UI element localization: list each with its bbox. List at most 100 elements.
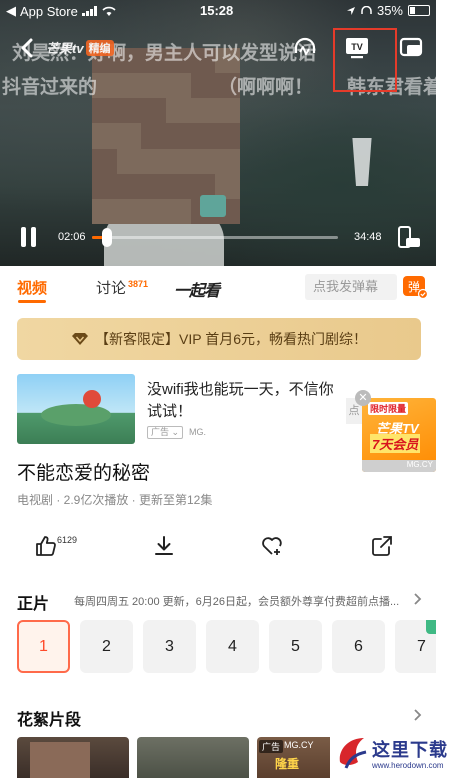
mosaic-block (92, 148, 117, 174)
mosaic-block (30, 754, 45, 766)
mosaic-block (141, 98, 166, 124)
mosaic-block (92, 98, 117, 124)
back-icon[interactable] (18, 37, 38, 59)
mosaic-block (75, 754, 90, 766)
ad-image[interactable] (17, 374, 135, 444)
download-icon[interactable] (152, 534, 176, 558)
diamond-icon (72, 333, 88, 345)
carrier-label: App Store (20, 3, 78, 19)
mosaic-block (75, 766, 90, 778)
back-to-app-icon[interactable]: ◀ (6, 3, 16, 19)
mosaic-block (190, 148, 216, 174)
danmu-comment: （啊啊啊！ (218, 77, 314, 98)
show-meta: 电视剧 · 2.9亿次播放 · 更新至第12集 (17, 493, 213, 507)
mosaic-block (92, 173, 117, 199)
tab-watch-together[interactable]: 一起看 (174, 277, 220, 301)
headphone-icon[interactable] (292, 35, 318, 61)
chevron-right-icon[interactable] (412, 708, 422, 722)
episode-button[interactable]: 6 (332, 620, 385, 673)
mosaic-block (45, 742, 60, 754)
tab-discuss[interactable]: 讨论 3871 (96, 277, 148, 298)
mosaic-block (190, 73, 216, 99)
mosaic-block (190, 98, 216, 124)
mosaic-block (165, 73, 191, 99)
mosaic-block (60, 766, 75, 778)
mosaic-block (75, 742, 90, 754)
mosaic-block (141, 148, 166, 174)
watermark-url: www.herodown.com (372, 761, 444, 770)
clip-ad-tag: 广告 (259, 740, 284, 753)
vip-promo-card[interactable]: 限时限量 芒果TV 7天会员 MG.CY (362, 398, 436, 472)
mosaic-block (116, 123, 142, 149)
danmu-toggle-label: 弹 (408, 280, 420, 294)
mosaic-block (215, 98, 240, 124)
mosaic-block (215, 123, 240, 149)
progress-bar[interactable] (92, 228, 338, 247)
danmu-toggle-button[interactable]: 弹 (402, 275, 428, 299)
mosaic-block (165, 198, 191, 224)
svg-text:TV: TV (351, 42, 363, 52)
mosaic-block (215, 148, 240, 174)
episode-button[interactable]: 5 (269, 620, 322, 673)
location-icon (346, 6, 355, 15)
episode-button[interactable]: 3 (143, 620, 196, 673)
pip-icon[interactable] (398, 35, 424, 61)
like-icon[interactable] (34, 534, 58, 558)
danmu-input[interactable]: 点我发弹幕 (305, 274, 397, 300)
promo-line-2: 7天会员 (370, 434, 421, 453)
mosaic-block (190, 123, 216, 149)
video-prop-mug (200, 195, 226, 217)
pause-icon[interactable] (18, 225, 40, 249)
mosaic-block (30, 766, 45, 778)
tab-discuss-label: 讨论 (96, 280, 127, 297)
battery-percent: 35% (376, 3, 403, 18)
vip-banner[interactable]: 【新客限定】VIP 首月6元，畅看热门剧综！ (17, 318, 421, 360)
episodes-update-note: 每周四周五 20:00 更新，6月26日起，会员额外尊享付费超前点播... (74, 596, 400, 608)
tab-video[interactable]: 视频 (17, 277, 47, 298)
share-icon[interactable] (370, 534, 394, 558)
status-bar: ◀ App Store 15:28 35% (0, 0, 436, 22)
battery-icon (408, 5, 430, 16)
mosaic-block (141, 123, 166, 149)
episode-button[interactable]: 2 (80, 620, 133, 673)
status-left: ◀ App Store (6, 3, 116, 19)
favorite-icon[interactable] (260, 534, 284, 558)
wifi-icon (102, 6, 116, 16)
mosaic-block (116, 198, 142, 224)
episodes-heading: 正片 (17, 596, 50, 613)
ad-balloon (83, 390, 101, 408)
ad-tag[interactable]: 广告 ⌄ (147, 426, 184, 439)
clip-thumbnail[interactable] (137, 737, 249, 778)
mosaic-block (165, 148, 191, 174)
rotate-fullscreen-icon[interactable] (396, 224, 422, 250)
watermark-logo (339, 738, 367, 769)
clips-heading: 花絮片段 (17, 712, 82, 729)
episode-badge (426, 620, 436, 634)
clip-label: 隆重 (275, 757, 300, 771)
close-icon[interactable]: ✕ (355, 390, 371, 406)
status-right: 35% (346, 3, 430, 18)
tv-cast-icon[interactable]: TV (344, 35, 370, 61)
ad-island (41, 404, 111, 426)
logo-text: 芒果tv (46, 41, 84, 56)
mosaic-block (141, 73, 166, 99)
like-count: 6129 (57, 535, 78, 545)
chevron-right-icon[interactable] (412, 592, 422, 606)
page-edge (436, 0, 460, 778)
mgtv-logo: 芒果tv 精编 (46, 38, 114, 57)
episode-list: 1234567 (17, 620, 436, 674)
progress-thumb[interactable] (101, 228, 112, 247)
episode-button[interactable]: 1 (17, 620, 70, 673)
video-player[interactable]: 刘昊然：好啊，男主人可以发型说话 抖音过来的 （啊啊啊！ 韩东君看着 ◀ App… (0, 0, 436, 266)
mosaic-block (116, 98, 142, 124)
mosaic-block (92, 198, 117, 224)
danmu-comment: 抖音过来的 (2, 77, 98, 98)
mosaic-block (60, 754, 75, 766)
mosaic-block (116, 148, 142, 174)
ad-title[interactable]: 没wifi我也能玩一天，不信你试试！ (147, 379, 347, 423)
episode-button[interactable]: 4 (206, 620, 259, 673)
logo-badge: 精编 (85, 39, 114, 56)
watermark-title: 这里下载 (372, 740, 448, 760)
promo-footer: MG.CY (362, 460, 436, 472)
tab-active-indicator (18, 300, 46, 303)
